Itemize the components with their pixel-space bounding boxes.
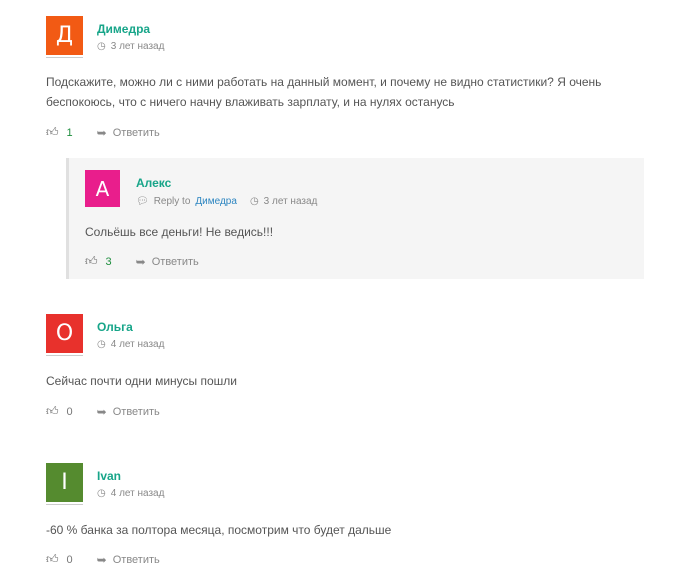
clock-icon: ◷ (97, 339, 106, 350)
avatar-underline (46, 355, 83, 356)
like-count: 0 (66, 405, 73, 418)
reply-button[interactable]: Ответить (113, 127, 160, 139)
comment-actions: 👍︎ 1 ➥ Ответить (46, 125, 160, 140)
comment-item: I Ivan ◷ 4 лет назад -60 % банка за полт… (46, 463, 646, 578)
comment-text-line: Подскажите, можно ли с ними работать на … (46, 75, 602, 89)
comment-time: 4 лет назад (110, 339, 165, 350)
comment-author[interactable]: Ivan (97, 469, 121, 483)
comment-actions: 👍︎ 0 ➥ Ответить (46, 552, 160, 567)
comment-actions: 👍︎ 3 ➥ Ответить (85, 254, 199, 269)
reply-to-link[interactable]: Димедра (195, 196, 237, 207)
like-count: 0 (66, 553, 73, 566)
avatar: А (85, 170, 120, 207)
thumbs-up-icon[interactable]: 👍︎ (46, 552, 59, 567)
comment-text: Сейчас почти одни минусы пошли (46, 374, 237, 388)
comment-meta: ◷ 4 лет назад (97, 339, 164, 350)
comment-meta: ◷ 4 лет назад (97, 488, 164, 499)
clock-icon: ◷ (97, 41, 106, 52)
avatar: I (46, 463, 83, 502)
comment-meta: ◷ 3 лет назад (97, 41, 164, 52)
comment-time: 4 лет назад (110, 488, 165, 499)
like-count: 1 (66, 126, 73, 139)
comment-text: -60 % банка за полтора месяца, посмотрим… (46, 523, 392, 537)
comment-author[interactable]: Димедра (97, 22, 150, 36)
comment-meta: 💬︎ Reply to Димедра ◷ 3 лет назад (136, 196, 317, 207)
avatar: О (46, 314, 83, 353)
clock-icon: ◷ (249, 196, 259, 207)
reply-arrow-icon[interactable]: ➥ (97, 126, 107, 140)
thumbs-up-icon[interactable]: 👍︎ (46, 125, 59, 140)
speech-bubble-icon: 💬︎ (136, 196, 149, 207)
comment-actions: 👍︎ 0 ➥ Ответить (46, 404, 160, 419)
comment-author[interactable]: Ольга (97, 320, 133, 334)
avatar: Д (46, 16, 83, 55)
thumbs-up-icon[interactable]: 👍︎ (85, 254, 98, 269)
comment-text: Сольёшь все деньги! Не ведись!!! (85, 225, 274, 239)
like-count: 3 (105, 255, 112, 268)
clock-icon: ◷ (97, 488, 106, 499)
reply-arrow-icon[interactable]: ➥ (97, 553, 107, 567)
reply-to-label: Reply to (153, 196, 191, 207)
comment-time: 3 лет назад (110, 41, 165, 52)
comment-item: Д Димедра ◷ 3 лет назад Подскажите, можн… (46, 16, 646, 151)
reply-button[interactable]: Ответить (113, 406, 160, 418)
avatar-underline (46, 57, 83, 58)
avatar-underline (46, 504, 83, 505)
reply-arrow-icon[interactable]: ➥ (136, 255, 146, 269)
reply-arrow-icon[interactable]: ➥ (97, 405, 107, 419)
comment-text: Подскажите, можно ли с ними работать на … (46, 72, 601, 112)
reply-comment: А Алекс 💬︎ Reply to Димедра ◷ 3 лет наза… (66, 158, 644, 279)
reply-button[interactable]: Ответить (113, 554, 160, 566)
thumbs-up-icon[interactable]: 👍︎ (46, 404, 59, 419)
comment-time: 3 лет назад (263, 196, 318, 207)
comment-item: О Ольга ◷ 4 лет назад Сейчас почти одни … (46, 314, 646, 424)
comment-author[interactable]: Алекс (136, 176, 171, 190)
reply-button[interactable]: Ответить (152, 256, 199, 268)
comment-text-line: беспокоюсь, что с ничего начну влаживать… (46, 95, 455, 109)
